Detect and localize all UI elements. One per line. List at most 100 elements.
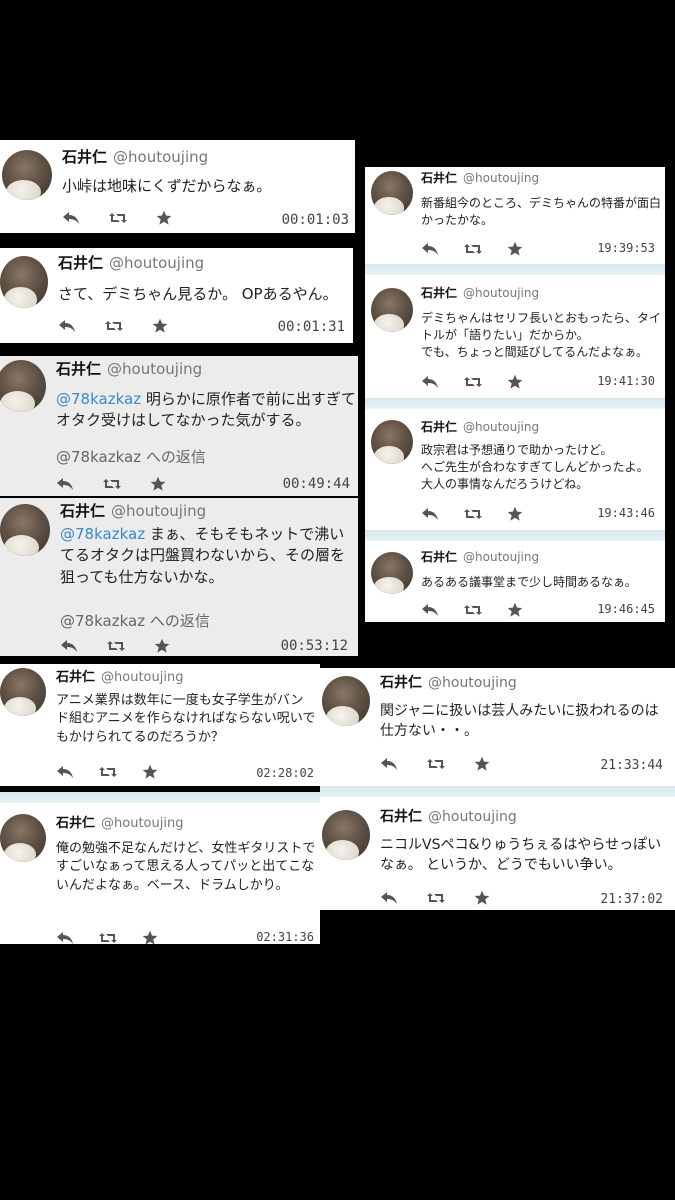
author-name[interactable]: 石井仁 xyxy=(421,286,457,300)
reply-icon[interactable] xyxy=(60,639,78,653)
avatar[interactable] xyxy=(0,256,48,308)
tweet-card[interactable]: 石井仁 @houtoujing 新番組今のところ、デミちゃんの特番が面白かったかな… xyxy=(365,167,665,264)
tweet-text: ニコルVSペコ&りゅうちぇるはやらせっぽいなぁ。 というか、どうでもいい争い。 xyxy=(380,837,662,873)
author-name[interactable]: 石井仁 xyxy=(421,171,457,185)
tweet-text: あるある議事堂まで少し時間あるなぁ。 xyxy=(421,575,637,589)
reply-icon[interactable] xyxy=(380,891,398,905)
retweet-icon[interactable] xyxy=(102,477,122,491)
retweet-icon[interactable] xyxy=(106,639,126,653)
star-icon[interactable] xyxy=(507,506,523,522)
retweet-icon[interactable] xyxy=(463,507,483,521)
tweet-header: 石井仁 @houtoujing xyxy=(58,252,204,273)
avatar[interactable] xyxy=(371,288,413,332)
retweet-icon[interactable] xyxy=(104,319,124,333)
star-icon[interactable] xyxy=(507,241,523,257)
reply-icon[interactable] xyxy=(56,477,74,491)
tweet-card[interactable]: 石井仁 @houtoujing 俺の勉強不足なんだけど、女性ギタリストですごいなぁ… xyxy=(0,792,320,944)
avatar[interactable] xyxy=(0,360,46,412)
retweet-icon[interactable] xyxy=(98,765,118,779)
avatar[interactable] xyxy=(322,810,370,860)
avatar[interactable] xyxy=(0,814,46,862)
mention-link[interactable]: @78kazkaz xyxy=(60,525,145,543)
author-name[interactable]: 石井仁 xyxy=(421,420,457,434)
star-icon[interactable] xyxy=(150,476,166,492)
avatar[interactable] xyxy=(371,552,413,594)
star-icon[interactable] xyxy=(142,930,158,944)
reply-icon[interactable] xyxy=(62,211,80,225)
tweet-card[interactable]: 石井仁 @houtoujing 政宗君は予想通りで助かったけど。 へご先生が合わな… xyxy=(365,398,665,530)
avatar[interactable] xyxy=(0,504,50,556)
reply-icon[interactable] xyxy=(56,931,74,944)
retweet-icon[interactable] xyxy=(463,375,483,389)
tweet-actions xyxy=(56,764,182,780)
tweet-text: 新番組今のところ、デミちゃんの特番が面白かったかな。 xyxy=(421,196,662,228)
author-handle[interactable]: @houtoujing xyxy=(463,171,539,185)
author-name[interactable]: 石井仁 xyxy=(58,254,103,272)
avatar[interactable] xyxy=(371,420,413,464)
tweet-card[interactable]: 石井仁 @houtoujing アニメ業界は数年に一度も女子学生がバンド組むアニメ… xyxy=(0,664,320,786)
tweet-card[interactable]: 石井仁 @houtoujing @78kazkaz 明らかに原作者で前に出すぎてオ… xyxy=(0,356,358,496)
star-icon[interactable] xyxy=(474,756,490,772)
tweet-text: デミちゃんはセリフ長いとおもったら、タイトルが「語りたい」だからか。 でも、ちょ… xyxy=(421,311,662,360)
star-icon[interactable] xyxy=(142,764,158,780)
tweet-card[interactable]: 石井仁 @houtoujing ニコルVSペコ&りゅうちぇるはやらせっぽいなぁ。 … xyxy=(320,786,675,910)
reply-icon[interactable] xyxy=(58,319,76,333)
tweet-actions xyxy=(60,638,198,654)
tweet-time: 19:46:45 xyxy=(597,602,655,616)
reply-icon[interactable] xyxy=(421,375,439,389)
author-handle[interactable]: @houtoujing xyxy=(428,675,517,691)
tweet-card[interactable]: 石井仁 @houtoujing デミちゃんはセリフ長いとおもったら、タイトルが「語… xyxy=(365,264,665,398)
retweet-icon[interactable] xyxy=(426,757,446,771)
author-handle[interactable]: @houtoujing xyxy=(463,420,539,434)
author-name[interactable]: 石井仁 xyxy=(56,670,95,685)
author-handle[interactable]: @houtoujing xyxy=(101,816,183,831)
tweet-card[interactable]: 石井仁 @houtoujing さて、デミちゃん見るか。 OPあるやん。 00:0… xyxy=(0,248,353,343)
author-name[interactable]: 石井仁 xyxy=(62,148,107,166)
reply-icon[interactable] xyxy=(421,242,439,256)
author-handle[interactable]: @houtoujing xyxy=(463,550,539,564)
author-name[interactable]: 石井仁 xyxy=(60,502,105,520)
avatar[interactable] xyxy=(371,171,413,215)
star-icon[interactable] xyxy=(507,374,523,390)
tweet-time: 21:33:44 xyxy=(600,758,663,773)
star-icon[interactable] xyxy=(507,602,523,618)
reply-icon[interactable] xyxy=(421,603,439,617)
star-icon[interactable] xyxy=(156,210,172,226)
tweet-header: 石井仁 @houtoujing xyxy=(421,169,539,186)
reply-icon[interactable] xyxy=(56,765,74,779)
reply-indicator[interactable]: @78kazkaz への返信 xyxy=(60,610,210,631)
avatar[interactable] xyxy=(2,150,52,200)
author-name[interactable]: 石井仁 xyxy=(421,550,457,564)
retweet-icon[interactable] xyxy=(98,931,118,944)
reply-icon[interactable] xyxy=(380,757,398,771)
tweet-actions xyxy=(421,374,547,390)
author-handle[interactable]: @houtoujing xyxy=(101,670,183,685)
tweet-card[interactable]: 石井仁 @houtoujing @78kazkaz まぁ、そもそもネットで沸いてる… xyxy=(0,498,358,656)
author-name[interactable]: 石井仁 xyxy=(380,675,422,691)
retweet-icon[interactable] xyxy=(108,211,128,225)
tweet-card[interactable]: 石井仁 @houtoujing 関ジャニに扱いは芸人みたいに扱われるのは仕方ない・… xyxy=(320,668,675,786)
author-handle[interactable]: @houtoujing xyxy=(113,148,208,166)
author-handle[interactable]: @houtoujing xyxy=(109,254,204,272)
retweet-icon[interactable] xyxy=(463,242,483,256)
author-name[interactable]: 石井仁 xyxy=(56,816,95,831)
mention-link[interactable]: @78kazkaz xyxy=(56,390,141,408)
reply-icon[interactable] xyxy=(421,507,439,521)
tweet-card[interactable]: 石井仁 @houtoujing 小峠は地味にくずだからなぁ。 00:01:03 xyxy=(0,140,355,233)
author-handle[interactable]: @houtoujing xyxy=(463,286,539,300)
tweet-card[interactable]: 石井仁 @houtoujing あるある議事堂まで少し時間あるなぁ。 19:46:… xyxy=(365,530,665,622)
tweet-text: さて、デミちゃん見るか。 OPあるやん。 xyxy=(58,285,338,303)
avatar[interactable] xyxy=(0,668,46,716)
star-icon[interactable] xyxy=(154,638,170,654)
retweet-icon[interactable] xyxy=(426,891,446,905)
author-handle[interactable]: @houtoujing xyxy=(428,809,517,825)
star-icon[interactable] xyxy=(152,318,168,334)
author-name[interactable]: 石井仁 xyxy=(56,360,101,378)
avatar[interactable] xyxy=(322,676,370,726)
author-handle[interactable]: @houtoujing xyxy=(107,360,202,378)
reply-indicator[interactable]: @78kazkaz への返信 xyxy=(56,446,206,467)
star-icon[interactable] xyxy=(474,890,490,906)
author-handle[interactable]: @houtoujing xyxy=(111,502,206,520)
retweet-icon[interactable] xyxy=(463,603,483,617)
author-name[interactable]: 石井仁 xyxy=(380,809,422,825)
